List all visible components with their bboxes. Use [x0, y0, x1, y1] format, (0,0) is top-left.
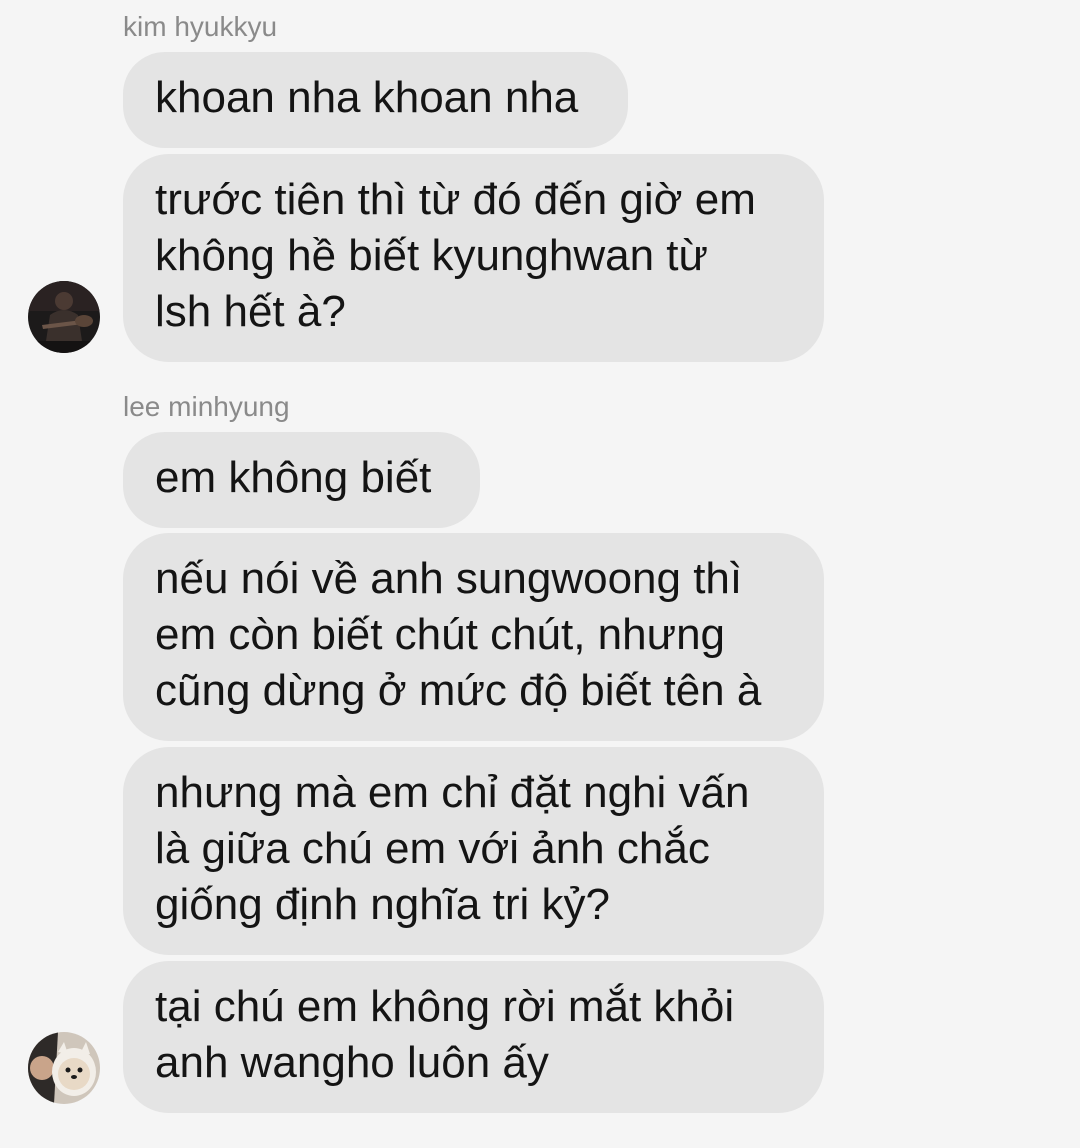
message-text: tại chú em không rời mắt khỏi	[155, 982, 735, 1031]
message-text: nhưng mà em chỉ đặt nghi vấn	[155, 768, 750, 817]
message-bubble[interactable]: trước tiên thì từ đó đến giờ em không hề…	[123, 154, 824, 362]
message-text: giống định nghĩa tri kỷ?	[155, 880, 610, 929]
message-text: em còn biết chút chút, nhưng	[155, 610, 726, 659]
message-text: cũng dừng ở mức độ biết tên à	[155, 666, 762, 715]
message-text: em không biết	[155, 453, 432, 502]
avatar-dog-icon[interactable]	[28, 1032, 100, 1104]
sender-name: lee minhyung	[123, 391, 290, 422]
message-bubble[interactable]: nhưng mà em chỉ đặt nghi vấn là giữa chú…	[123, 747, 824, 955]
message-bubble[interactable]: nếu nói về anh sungwoong thì em còn biết…	[123, 533, 824, 741]
avatar-guitarist-icon[interactable]	[28, 281, 100, 353]
message-text: trước tiên thì từ đó đến giờ em	[155, 175, 756, 224]
message-bubble[interactable]: em không biết	[123, 432, 480, 528]
message-text: là giữa chú em với ảnh chắc	[155, 824, 710, 873]
message-text: khoan nha khoan nha	[155, 73, 579, 122]
message-text: nếu nói về anh sungwoong thì	[155, 554, 743, 603]
message-bubble[interactable]: tại chú em không rời mắt khỏi anh wangho…	[123, 961, 824, 1113]
message-text: lsh hết à?	[155, 287, 346, 336]
message-bubble[interactable]: khoan nha khoan nha	[123, 52, 628, 148]
sender-name: kim hyukkyu	[123, 11, 278, 42]
message-text: không hề biết kyunghwan từ	[155, 231, 708, 280]
message-text: anh wangho luôn ấy	[155, 1038, 549, 1087]
